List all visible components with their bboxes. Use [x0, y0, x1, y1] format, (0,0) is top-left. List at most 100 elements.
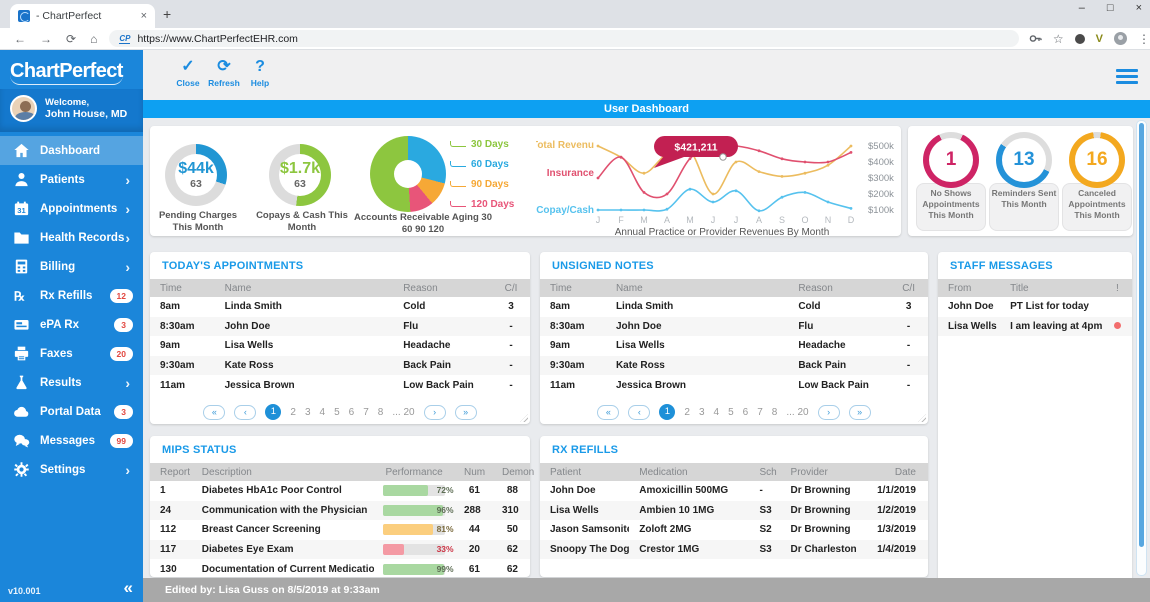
- tab-title: - ChartPerfect: [36, 10, 135, 22]
- sidebar-item-epa-rx[interactable]: ePA Rx3: [0, 310, 143, 339]
- table-row[interactable]: 1Diabetes HbA1c Poor Control72%6188: [150, 481, 530, 501]
- bookmark-star-icon[interactable]: ☆: [1053, 32, 1064, 46]
- column-header: Name: [606, 279, 788, 297]
- pagination-page[interactable]: 7: [757, 407, 763, 418]
- table-row[interactable]: 11amJessica BrownLow Back Pain-: [540, 375, 928, 395]
- home-icon[interactable]: ⌂: [90, 32, 97, 46]
- help-button[interactable]: ? Help: [240, 58, 280, 88]
- pagination-last-button[interactable]: »: [455, 405, 477, 420]
- annual-revenue-line-chart: Total RevenuInsuranceCopay/CashJFMAMJJAS…: [536, 126, 911, 238]
- new-tab-button[interactable]: +: [163, 6, 171, 22]
- table-row[interactable]: Snoopy The DogCrestor 1MGS3Dr Charleston…: [540, 540, 928, 560]
- extension-v-icon[interactable]: V: [1096, 33, 1103, 45]
- pagination-prev-button[interactable]: ‹: [628, 405, 650, 420]
- window-maximize-button[interactable]: □: [1107, 2, 1114, 14]
- table-row[interactable]: 11amJessica BrownLow Back Pain-: [150, 375, 530, 395]
- table-row[interactable]: 9amLisa WellsHeadache-: [150, 336, 530, 356]
- table-row[interactable]: 8:30amJohn DoeFlu-: [150, 317, 530, 337]
- sidebar-item-messages[interactable]: Messages99: [0, 426, 143, 455]
- sidebar-collapse-icon[interactable]: «: [124, 578, 133, 598]
- pagination-page[interactable]: 2: [290, 407, 296, 418]
- pagination-first-button[interactable]: «: [597, 405, 619, 420]
- table-row[interactable]: Lisa WellsAmbien 10 1MGS3Dr Browning1/2/…: [540, 501, 928, 521]
- browser-tab[interactable]: - ChartPerfect ×: [10, 4, 155, 28]
- table-row[interactable]: 112Breast Cancer Screening81%4450: [150, 520, 530, 540]
- sidebar-item-patients[interactable]: Patients›: [0, 165, 143, 194]
- pagination-first-button[interactable]: «: [203, 405, 225, 420]
- close-button[interactable]: ✓ Close: [168, 58, 208, 88]
- table-row[interactable]: John DoeAmoxicillin 500MG-Dr Browning1/1…: [540, 481, 928, 501]
- pagination-next-button[interactable]: ›: [424, 405, 446, 420]
- pagination-page[interactable]: 6: [743, 407, 749, 418]
- sidebar-item-rx-refills[interactable]: ℞Rx Refills12: [0, 281, 143, 310]
- table-row[interactable]: 8amLinda SmithCold3: [540, 297, 928, 317]
- pagination-page[interactable]: 8: [772, 407, 778, 418]
- table-row[interactable]: 9:30amKate RossBack Pain-: [150, 356, 530, 376]
- sidebar-item-faxes[interactable]: Faxes20: [0, 339, 143, 368]
- reload-icon[interactable]: ⟳: [66, 32, 76, 46]
- pagination-page[interactable]: 4: [714, 407, 720, 418]
- table-row[interactable]: Lisa WellsI am leaving at 4pm: [938, 317, 1132, 337]
- scrollbar-thumb[interactable]: [1139, 123, 1144, 547]
- panel-title: TODAY'S APPOINTMENTS: [150, 252, 530, 279]
- table-row[interactable]: 8:30amJohn DoeFlu-: [540, 317, 928, 337]
- sidebar-item-results[interactable]: Results›: [0, 368, 143, 397]
- pagination-page[interactable]: 5: [334, 407, 340, 418]
- url-text[interactable]: https://www.ChartPerfectEHR.com: [137, 33, 297, 45]
- content-scrollbar[interactable]: [1136, 120, 1147, 576]
- pagination-page[interactable]: 7: [363, 407, 369, 418]
- pagination-page[interactable]: ... 20: [786, 407, 808, 418]
- hamburger-menu-icon[interactable]: [1116, 69, 1138, 87]
- browser-menu-icon[interactable]: ⋮: [1138, 32, 1150, 46]
- performance-bar: 72%: [383, 485, 445, 496]
- pagination-page[interactable]: 8: [378, 407, 384, 418]
- pagination-last-button[interactable]: »: [849, 405, 871, 420]
- sidebar-item-health-records[interactable]: Health Records›: [0, 223, 143, 252]
- forward-icon[interactable]: →: [40, 32, 52, 46]
- sidebar-item-dashboard[interactable]: Dashboard: [0, 136, 143, 165]
- svg-text:J: J: [711, 215, 716, 225]
- pagination-page[interactable]: 3: [305, 407, 311, 418]
- table-row[interactable]: 130Documentation of Current Medication /…: [150, 559, 530, 579]
- pagination-page[interactable]: 3: [699, 407, 705, 418]
- table-row[interactable]: 9amLisa WellsHeadache-: [540, 336, 928, 356]
- pagination-page[interactable]: 2: [684, 407, 690, 418]
- window-minimize-button[interactable]: –: [1079, 2, 1085, 14]
- window-close-button[interactable]: ×: [1136, 2, 1142, 14]
- sidebar-item-appointments[interactable]: 31Appointments›: [0, 194, 143, 223]
- table-row[interactable]: Jason SamsoniteZoloft 2MGS2Dr Browning1/…: [540, 520, 928, 540]
- tab-close-icon[interactable]: ×: [141, 10, 147, 22]
- window-controls: – □ ×: [1079, 2, 1142, 14]
- copays-cash-donut: $1.7k 63: [269, 144, 331, 206]
- back-icon[interactable]: ←: [14, 32, 26, 46]
- pagination-prev-button[interactable]: ‹: [234, 405, 256, 420]
- pagination-next-button[interactable]: ›: [818, 405, 840, 420]
- table-row[interactable]: John DoePT List for today: [938, 297, 1132, 317]
- cloud-icon: [12, 402, 31, 421]
- browser-window: - ChartPerfect × + – □ × ← → ⟳ ⌂ CP http…: [0, 0, 1150, 602]
- pagination-page-active[interactable]: 1: [265, 404, 281, 420]
- sidebar-item-portal-data[interactable]: Portal Data3: [0, 397, 143, 426]
- extension-icon[interactable]: [1075, 34, 1085, 44]
- pagination-page[interactable]: ... 20: [392, 407, 414, 418]
- refresh-button[interactable]: ⟳ Refresh: [204, 58, 244, 88]
- sidebar-item-settings[interactable]: Settings›: [0, 455, 143, 484]
- page-title: User Dashboard: [143, 100, 1150, 118]
- svg-text:F: F: [618, 215, 624, 225]
- password-key-icon[interactable]: [1029, 32, 1042, 45]
- sidebar-item-billing[interactable]: Billing›: [0, 252, 143, 281]
- pagination-page[interactable]: 6: [349, 407, 355, 418]
- pagination-page[interactable]: 4: [320, 407, 326, 418]
- pagination-page[interactable]: 5: [728, 407, 734, 418]
- table-row[interactable]: 8amLinda SmithCold3: [150, 297, 530, 317]
- pagination-page-active[interactable]: 1: [659, 404, 675, 420]
- table-row[interactable]: 117Diabetes Eye Exam33%2062: [150, 540, 530, 560]
- browser-profile-avatar[interactable]: [1114, 32, 1127, 45]
- count-badge: 3: [114, 318, 133, 332]
- table-row[interactable]: 9:30amKate RossBack Pain-: [540, 356, 928, 376]
- url-bar[interactable]: CP https://www.ChartPerfectEHR.com: [109, 30, 1019, 47]
- column-header: Reason: [393, 279, 492, 297]
- svg-text:D: D: [848, 215, 855, 225]
- status-bar: Edited by: Lisa Guss on 8/5/2019 at 9:33…: [143, 578, 1150, 602]
- table-row[interactable]: 24Communication with the Physician96%288…: [150, 501, 530, 521]
